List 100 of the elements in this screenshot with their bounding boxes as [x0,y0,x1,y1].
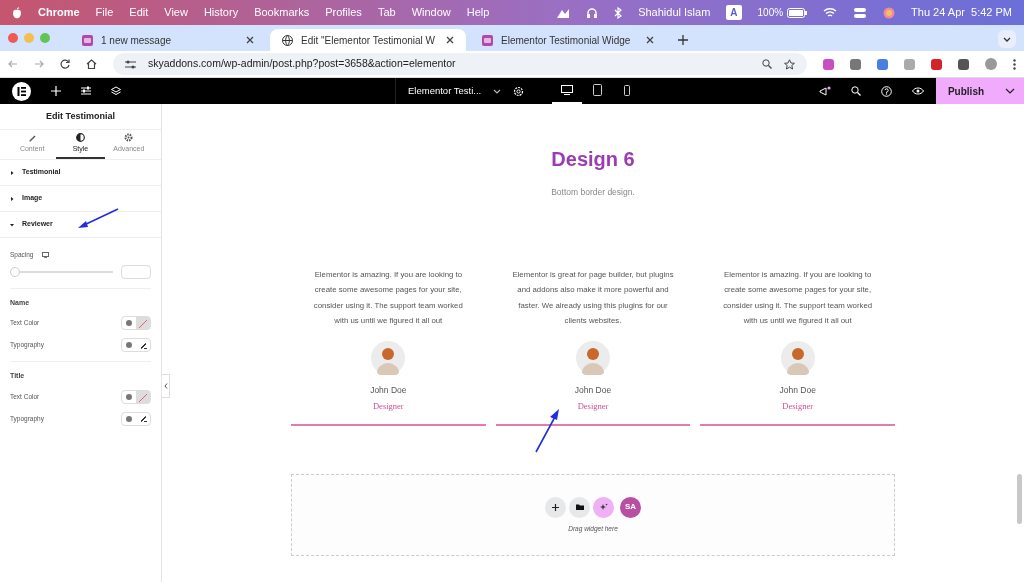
color-picker-button[interactable] [136,390,150,403]
annotation-arrow [76,208,120,230]
more-icon[interactable] [1013,58,1016,70]
input-source[interactable]: A [726,5,742,20]
reviewer-title: Designer [577,399,609,413]
menu-item[interactable]: Profiles [325,4,362,21]
forward-icon[interactable] [34,59,44,69]
avatar-icon [576,340,610,375]
headphones-icon[interactable] [586,6,599,19]
scrollbar-thumb[interactable] [1017,474,1022,524]
menu-item[interactable]: Bookmarks [254,4,310,21]
wifi-icon[interactable] [823,7,838,18]
globe-icon [126,342,132,349]
add-icon [552,503,559,511]
tablet-icon [592,84,602,96]
close-icon[interactable] [246,36,254,44]
panel-title: Edit Testimonial [0,104,161,130]
back-icon[interactable] [8,59,18,69]
menu-item[interactable]: Window [411,4,451,21]
chevron-down-icon [1003,36,1011,42]
gear-icon [124,132,134,142]
globe-icon [126,320,132,327]
add-section-button[interactable] [545,496,566,518]
globe-icon [126,393,132,400]
extension-icon[interactable] [877,58,888,70]
chevron-down-icon[interactable] [493,88,502,94]
elementor-logo-icon[interactable] [12,81,31,101]
folder-icon [575,504,584,511]
mobile-icon [624,84,631,96]
slider-thumb[interactable] [10,266,20,277]
extension-icon[interactable] [823,58,834,70]
section-subheading: Bottom border design. [551,186,635,199]
ai-button[interactable] [593,496,614,518]
color-picker-button[interactable] [136,317,150,330]
preview-eye-icon[interactable] [912,87,924,95]
layers-icon[interactable] [111,86,121,96]
globe-icon [282,34,293,46]
section-heading: Design 6 [551,147,635,172]
template-library-button[interactable] [569,496,590,518]
app-menu[interactable]: Chrome [38,4,80,21]
profile-avatar-icon[interactable] [985,58,997,70]
new-tab-icon[interactable] [678,35,688,45]
close-icon[interactable] [646,36,654,44]
tab-title: Edit "Elementor Testimonial W [301,33,436,48]
apple-icon[interactable] [12,6,22,19]
caret-right-icon [10,196,14,201]
address-field[interactable]: skyaddons.com/wp-admin/post.php?post=3658&action=elementor [113,53,807,75]
battery-icon[interactable] [787,7,808,18]
sparkle-icon [599,503,608,512]
document-title[interactable]: Elementor Testi... [408,83,482,99]
megaphone-icon[interactable] [819,85,831,97]
menu-item[interactable]: Help [466,4,490,21]
reviewer-title: Designer [373,399,404,413]
contrast-icon [76,132,85,142]
clock[interactable]: Thu 24 Apr 5:42 PM [911,4,1012,21]
site-settings-icon [125,59,136,69]
close-icon[interactable] [446,36,454,44]
menu-item[interactable]: View [164,4,188,21]
sky-addons-button[interactable]: SA [620,496,641,518]
number-input[interactable] [121,264,151,279]
tab-title: Elementor Testimonial Widge [501,33,632,48]
desktop-icon[interactable] [41,251,49,258]
avatar-icon [780,340,815,375]
battery-level: 100% [757,6,784,20]
browser-tab[interactable]: Elementor Testimonial Widge [470,29,666,51]
zoom-icon[interactable] [762,59,772,69]
extension-icon[interactable] [931,58,942,70]
globe-icon [126,415,132,422]
settings-icon[interactable] [513,85,525,97]
tab-search-button[interactable] [998,30,1016,48]
reload-icon[interactable] [60,59,70,69]
help-icon[interactable] [881,85,892,97]
user-name[interactable]: Shahidul Islam [638,4,711,21]
reviewer-title: Designer [782,399,813,413]
tab-title: 1 new message [101,33,173,48]
add-icon[interactable] [51,86,61,96]
extension-icon[interactable] [850,58,861,70]
pencil-icon [139,415,147,423]
pencil-icon [139,341,147,349]
browser-tab[interactable]: 1 new message [70,29,266,51]
menu-item[interactable]: Edit [129,4,149,21]
url-text: skyaddons.com/wp-admin/post.php?post=3658&action=elementor [148,56,457,72]
star-icon[interactable] [784,58,795,70]
home-icon[interactable] [86,59,97,69]
site-favicon [82,34,93,46]
extension-icon[interactable] [958,58,969,70]
search-icon[interactable] [851,86,861,96]
site-favicon [482,34,493,46]
settings-sliders-icon[interactable] [81,86,91,96]
menu-item[interactable]: Tab [377,4,396,21]
reviewer-name: John Doe [370,383,407,397]
annotation-arrow [535,407,561,453]
menu-item[interactable]: File [95,4,114,21]
chevron-left-icon [163,383,168,389]
bluetooth-icon[interactable] [614,6,623,19]
reviewer-name: John Doe [574,383,612,397]
control-center-icon[interactable] [853,6,868,19]
desktop-icon [561,85,574,95]
active-browser-tab[interactable]: Edit "Elementor Testimonial W [270,29,466,51]
menu-item[interactable]: History [203,4,239,21]
